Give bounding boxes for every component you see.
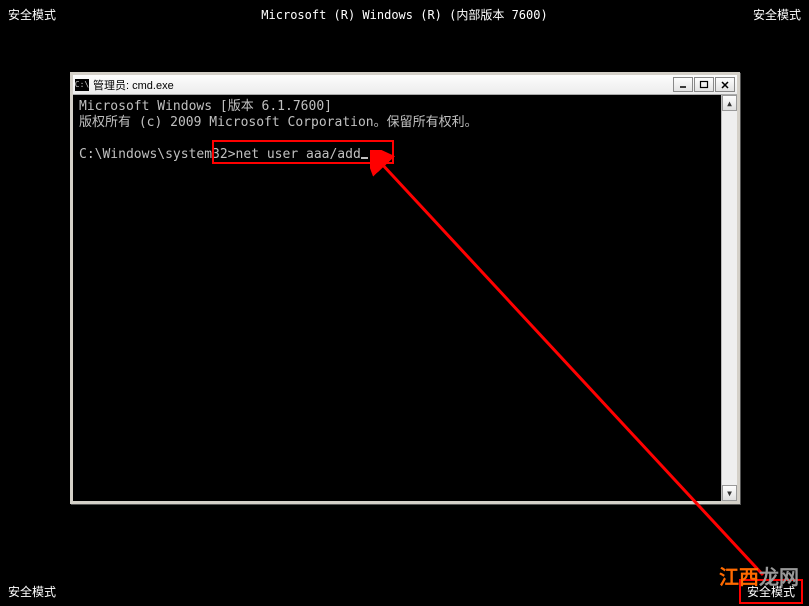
safe-mode-bottom-left: 安全模式 bbox=[8, 583, 56, 600]
minimize-button[interactable] bbox=[673, 77, 693, 92]
watermark-part2: 龙网 bbox=[759, 567, 799, 589]
safe-mode-top-right: 安全模式 bbox=[753, 6, 801, 23]
maximize-icon bbox=[699, 80, 709, 90]
scroll-up-button[interactable]: ▲ bbox=[722, 95, 737, 111]
scroll-down-button[interactable]: ▼ bbox=[722, 485, 737, 501]
terminal-command: net user aaa/add bbox=[236, 147, 361, 162]
vertical-scrollbar[interactable]: ▲ ▼ bbox=[721, 95, 737, 501]
minimize-icon bbox=[678, 80, 688, 90]
close-button[interactable] bbox=[715, 77, 735, 92]
cmd-window: C:\ 管理员: cmd.exe Microsoft Windows [版本 6… bbox=[70, 72, 740, 504]
watermark-part1: 江西 bbox=[719, 567, 759, 589]
close-icon bbox=[720, 80, 730, 90]
safe-mode-top-left: 安全模式 bbox=[8, 6, 56, 23]
desktop-build-title: Microsoft (R) Windows (R) (内部版本 7600) bbox=[261, 6, 547, 23]
maximize-button[interactable] bbox=[694, 77, 714, 92]
titlebar[interactable]: C:\ 管理员: cmd.exe bbox=[73, 75, 737, 95]
terminal-line-1: Microsoft Windows [版本 6.1.7600] bbox=[79, 99, 332, 114]
terminal-line-2: 版权所有 (c) 2009 Microsoft Corporation。保留所有… bbox=[79, 115, 478, 130]
terminal-cursor bbox=[361, 157, 368, 159]
terminal-prompt: C:\Windows\system32> bbox=[79, 147, 236, 162]
window-title: 管理员: cmd.exe bbox=[93, 77, 672, 93]
watermark: 江西龙网 bbox=[719, 561, 799, 590]
terminal-body[interactable]: Microsoft Windows [版本 6.1.7600] 版权所有 (c)… bbox=[73, 95, 737, 501]
cmd-icon: C:\ bbox=[75, 79, 89, 91]
scroll-track[interactable] bbox=[722, 111, 737, 485]
